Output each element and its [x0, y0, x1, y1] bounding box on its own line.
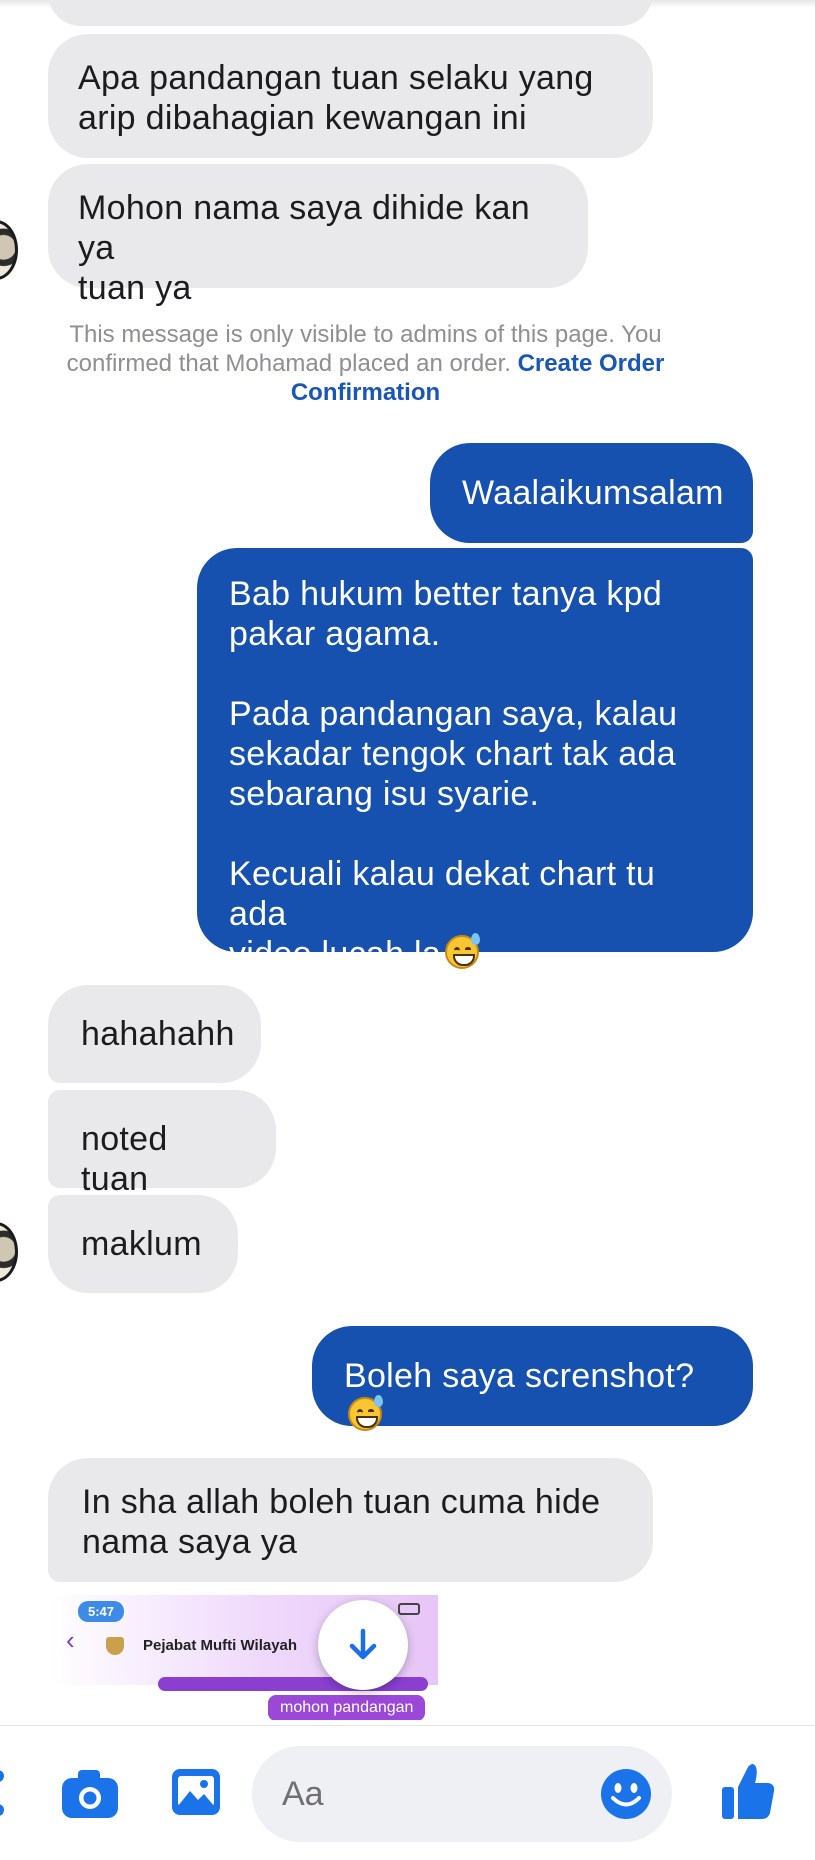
message-text: Waalaikumsalam	[462, 474, 724, 512]
message-text: Mohon nama saya dihide kan ya tuan ya	[78, 189, 530, 307]
crest-icon	[106, 1637, 124, 1655]
outgoing-message[interactable]: Bab hukum better tanya kpd pakar agama. …	[197, 548, 753, 973]
thumbs-up-icon	[722, 1764, 775, 1819]
like-button[interactable]	[718, 1758, 778, 1824]
outgoing-message[interactable]: Boleh saya screnshot?	[312, 1326, 753, 1431]
attachment-title: Pejabat Mufti Wilayah	[143, 1637, 298, 1654]
incoming-message[interactable]: Mohon nama saya dihide kan ya tuan ya	[48, 164, 588, 307]
emoji-button[interactable]	[598, 1766, 654, 1822]
clipped-message-bubble	[48, 0, 653, 26]
emoji-icon	[601, 1769, 651, 1819]
message-text: noted tuan	[81, 1120, 168, 1198]
incoming-message[interactable]: Apa pandangan tuan selaku yang arip diba…	[48, 34, 653, 158]
admin-notice: This message is only visible to admins o…	[48, 320, 683, 407]
back-chevron-icon: ‹	[66, 1625, 75, 1655]
message-text: Bab hukum better tanya kpd pakar agama. …	[229, 575, 678, 973]
composer-bar	[0, 1725, 815, 1860]
attachment-chip: mohon pandangan	[268, 1695, 426, 1720]
attachment-time: 5:47	[78, 1601, 125, 1622]
camera-icon	[62, 1770, 118, 1818]
sender-avatar[interactable]	[0, 1222, 18, 1282]
gallery-button[interactable]	[168, 1764, 224, 1820]
incoming-message[interactable]: In sha allah boleh tuan cuma hide nama s…	[48, 1458, 653, 1582]
arrow-down-icon	[349, 1628, 377, 1660]
outgoing-message[interactable]: Waalaikumsalam	[430, 443, 753, 543]
incoming-message[interactable]: maklum	[48, 1195, 238, 1293]
incoming-message[interactable]: noted tuan	[48, 1090, 276, 1198]
message-text: maklum	[81, 1225, 202, 1263]
incoming-message[interactable]: hahahahh	[48, 985, 261, 1083]
grinning-sweat-emoji-icon	[445, 933, 481, 969]
sender-avatar[interactable]	[0, 220, 18, 280]
message-text: Apa pandangan tuan selaku yang arip diba…	[78, 59, 594, 137]
message-text: In sha allah boleh tuan cuma hide nama s…	[82, 1483, 601, 1561]
message-text: Boleh saya screnshot?	[344, 1357, 694, 1435]
grinning-sweat-emoji-icon	[348, 1395, 383, 1431]
message-text: hahahahh	[81, 1015, 235, 1053]
camera-button[interactable]	[58, 1764, 122, 1824]
battery-icon	[398, 1603, 420, 1615]
more-icon	[0, 1770, 4, 1816]
more-button[interactable]	[0, 1766, 12, 1822]
scroll-to-bottom-button[interactable]	[318, 1600, 408, 1690]
gallery-icon	[172, 1769, 220, 1815]
